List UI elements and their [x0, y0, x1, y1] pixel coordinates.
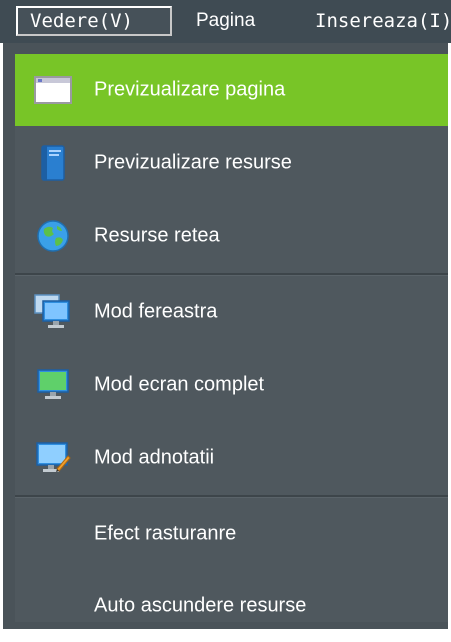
menu-pagina[interactable]: Pagina	[196, 6, 255, 36]
fullscreen-monitor-icon	[33, 367, 73, 403]
menu-item-label: Mod adnotatii	[94, 446, 215, 469]
menu-bar: Vedere(V) Pagina Insereaza(I)	[0, 0, 451, 43]
menu-item-auto-ascundere-resurse[interactable]: Auto ascundere resurse	[15, 570, 448, 642]
vedere-dropdown-menu: Previzualizare pagina Previzualizare res…	[0, 43, 448, 632]
annotation-monitor-icon	[33, 440, 73, 476]
menu-item-previzualizare-resurse[interactable]: Previzualizare resurse	[15, 127, 448, 199]
menu-item-efect-rasturanre[interactable]: Efect rasturanre	[15, 498, 448, 570]
menu-item-mod-adnotatii[interactable]: Mod adnotatii	[15, 422, 448, 494]
menu-insereaza[interactable]: Insereaza(I)	[315, 6, 451, 36]
menu-item-label: Mod fereastra	[94, 300, 218, 323]
menu-item-label: Resurse retea	[94, 224, 220, 247]
menu-item-label: Previzualizare pagina	[94, 78, 286, 101]
menu-item-mod-fereastra[interactable]: Mod fereastra	[15, 276, 448, 348]
menu-item-resurse-retea[interactable]: Resurse retea	[15, 200, 448, 272]
window-monitor-icon	[33, 294, 73, 330]
menu-item-previzualizare-pagina[interactable]: Previzualizare pagina	[15, 54, 448, 126]
menu-item-mod-ecran-complet[interactable]: Mod ecran complet	[15, 349, 448, 421]
menu-item-label: Previzualizare resurse	[94, 151, 292, 174]
page-preview-icon	[33, 72, 73, 108]
menu-item-label: Auto ascundere resurse	[94, 594, 307, 617]
globe-icon	[33, 218, 73, 254]
dropdown-body: Previzualizare pagina Previzualizare res…	[15, 54, 448, 622]
menu-vedere[interactable]: Vedere(V)	[16, 6, 172, 36]
book-icon	[33, 145, 73, 181]
menu-item-label: Mod ecran complet	[94, 373, 265, 396]
menu-item-label: Efect rasturanre	[94, 522, 237, 545]
